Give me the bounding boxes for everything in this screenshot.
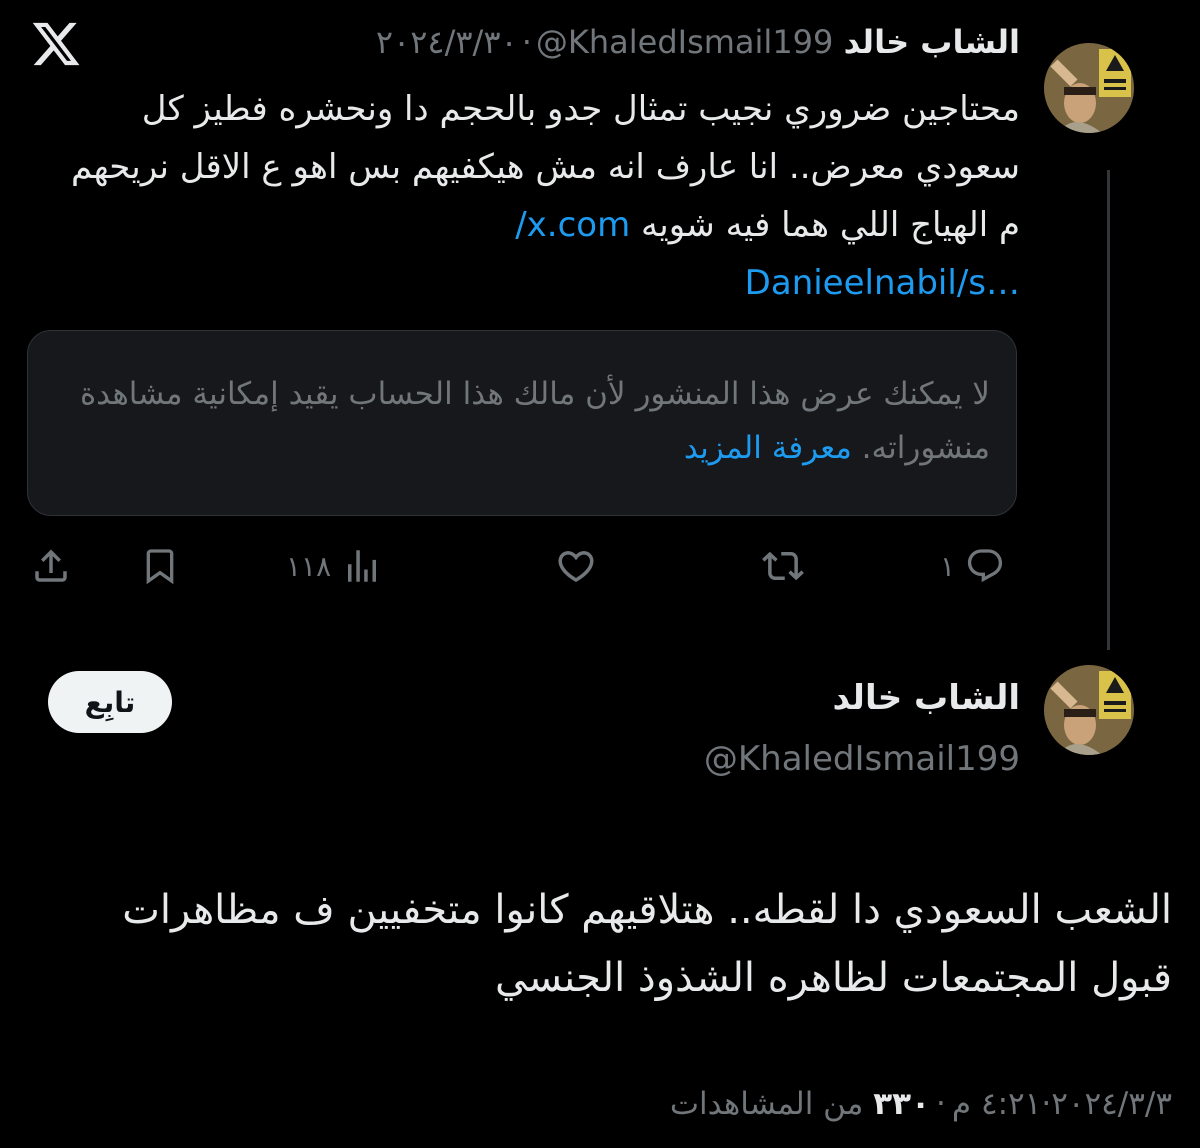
reply-button[interactable]: ١: [940, 544, 1005, 588]
unavailable-post-card: لا يمكنك عرض هذا المنشور لأن مالك هذا ال…: [27, 330, 1017, 516]
tweet-header: الشاب خالد @KhaledIsmail199·٢٠٢٤/٣/٣٠: [376, 22, 1020, 62]
thread-line: [1107, 170, 1110, 650]
reply-icon: [965, 546, 1005, 586]
tweet-date[interactable]: ٢٠٢٤/٣/٣٠: [376, 23, 518, 61]
tweet-link-part1[interactable]: /x.com: [515, 205, 630, 245]
unavailable-notice-text: لا يمكنك عرض هذا المنشور لأن مالك هذا ال…: [79, 376, 990, 466]
like-button[interactable]: [555, 544, 597, 588]
views-count: ١١٨: [286, 549, 332, 583]
views-count: ٣٣٠: [873, 1086, 931, 1122]
analytics-icon: [341, 545, 383, 587]
unavailable-notice: لا يمكنك عرض هذا المنشور لأن مالك هذا ال…: [50, 367, 990, 475]
views-button[interactable]: ١١٨: [286, 544, 383, 588]
reply-count: ١: [940, 549, 956, 583]
learn-more-link[interactable]: معرفة المزيد: [684, 430, 852, 466]
separator-dot: ·: [1041, 1086, 1052, 1122]
display-name[interactable]: الشاب خالد: [833, 676, 1020, 720]
views-label: من المشاهدات: [669, 1086, 864, 1122]
follow-button[interactable]: تابِع: [48, 671, 172, 733]
repost-button[interactable]: [762, 544, 804, 588]
repost-icon: [762, 545, 804, 587]
x-logo-icon[interactable]: [30, 18, 82, 70]
tweet-link[interactable]: /x.com: [515, 205, 630, 245]
heart-icon: [555, 545, 597, 587]
handle[interactable]: @KhaledIsmail199: [536, 23, 834, 61]
bookmark-icon: [140, 546, 180, 586]
tweet-time[interactable]: ٤:٢١ م: [952, 1086, 1041, 1122]
handle[interactable]: @KhaledIsmail199: [704, 735, 1020, 783]
tweet-text: محتاجين ضروري نجيب تمثال جدو بالحجم دا و…: [60, 80, 1020, 312]
avatar[interactable]: [1044, 43, 1134, 133]
avatar[interactable]: [1044, 665, 1134, 755]
tweet-meta: ٢٠٢٤/٣/٣·٤:٢١ م·٣٣٠ من المشاهدات: [670, 1082, 1172, 1126]
share-icon: [30, 545, 72, 587]
separator-dot: ·: [936, 1086, 946, 1122]
tweet-link-continued[interactable]: Danieelnabil/s…: [745, 263, 1020, 303]
bookmark-button[interactable]: [140, 544, 180, 588]
share-button[interactable]: [30, 544, 72, 588]
display-name[interactable]: الشاب خالد: [844, 23, 1020, 61]
tweet-date[interactable]: ٢٠٢٤/٣/٣: [1051, 1086, 1172, 1122]
separator-dot: ·: [521, 23, 532, 61]
tweet-text: الشعب السعودي دا لقطه.. هتلاقيهم كانوا م…: [122, 887, 1172, 1001]
